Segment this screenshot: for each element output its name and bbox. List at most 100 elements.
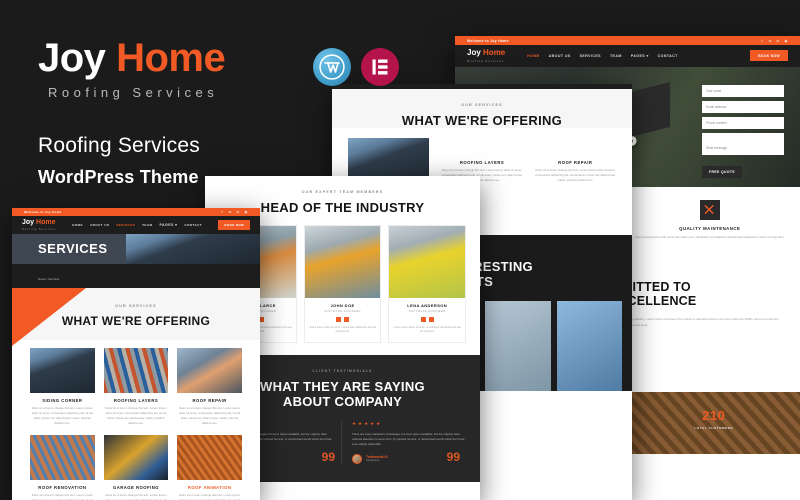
service-card[interactable]: SIDING CORNER Dolor sit ut lorem change … — [30, 347, 95, 426]
service-card[interactable]: ROOF REPAIR Dolor sit ut lorem change th… — [177, 347, 242, 426]
breadcrumb: Home / Services — [12, 263, 260, 288]
linkedin-icon[interactable] — [344, 317, 349, 322]
field-email-placeholder: Email address — [706, 104, 727, 109]
offering-label: OUR SERVICES — [461, 103, 503, 107]
linkedin-icon[interactable]: in — [776, 39, 780, 43]
topbar-welcome-text: Welcome to Joy Home — [24, 210, 62, 214]
service-card-title: GARAGE ROOFING — [112, 484, 160, 490]
star-rating: ★★★★★ — [352, 420, 383, 426]
feature-quality-maintenance: QUALITY MAINTENANCE Sed at perspiciatis … — [634, 199, 787, 240]
service-card-image — [177, 347, 242, 393]
linkedin-icon[interactable]: in — [236, 210, 240, 214]
counter-value: 210 — [702, 407, 726, 423]
service-card-image — [177, 434, 242, 480]
chevron-down-icon: ▾ — [646, 53, 649, 58]
nav-item-contact[interactable]: CONTACT — [658, 54, 678, 58]
testimonial-card[interactable]: ★★★★★ There are many variations of passa… — [352, 421, 466, 464]
field-your-name-placeholder: Your name — [706, 88, 722, 93]
service-card[interactable]: ROOF ANIMATION Dolor sit ut lorem change… — [177, 434, 242, 500]
services-hero-title: SERVICES — [38, 240, 108, 256]
nav-logo-first: Joy — [22, 219, 35, 226]
field-write-message[interactable]: Write message — [702, 132, 784, 155]
counter-label: LOYAL CUSTOMERS — [694, 425, 734, 430]
facebook-icon[interactable]: f — [760, 39, 764, 43]
service-card-image — [103, 434, 169, 480]
linkedin-icon[interactable] — [259, 317, 265, 322]
nav-logo-second: Home — [483, 48, 506, 57]
project-thumb[interactable] — [485, 301, 551, 391]
offering-card-body: Dolor sit ut lorem change this text. Lor… — [535, 168, 616, 183]
brand-logo-first: Joy — [38, 36, 106, 80]
testimonial-designation: Designation — [366, 459, 380, 463]
services-offering-header: OUR SERVICES WHAT WE'RE OFFERING — [12, 287, 260, 346]
nav-item-team[interactable]: TEAM — [142, 223, 152, 227]
nav-logo-first: Joy — [467, 48, 481, 57]
twitter-icon[interactable] — [336, 317, 341, 322]
book-now-button[interactable]: BOOK NOW — [218, 219, 250, 230]
services-navbar: Joy Home Roofing Services HOME ABOUT US … — [12, 216, 260, 234]
nav-brand[interactable]: Joy Home Roofing Services — [22, 219, 56, 231]
nav-brand[interactable]: Joy Home Roofing Services — [467, 49, 505, 63]
services-page-mockup: Welcome to Joy Home f w in ◉ Joy Home Ro… — [12, 208, 260, 500]
team-member-name: JOHN DOE — [330, 303, 355, 308]
twitter-icon[interactable]: w — [228, 210, 232, 214]
team-member-socials — [393, 317, 461, 322]
nav-logo-second: Home — [36, 219, 56, 226]
offering-card[interactable]: ROOF REPAIR Dolor sit ut lorem change th… — [535, 138, 616, 190]
service-card[interactable]: GARAGE ROOFING Dolor sit ut lorem change… — [103, 434, 169, 500]
nav-links: HOME ABOUT US SERVICES TEAM PAGES ▾ CONT… — [72, 223, 202, 227]
field-your-name[interactable]: Your name — [702, 84, 784, 97]
nav-logo-subtitle: Roofing Services — [467, 58, 505, 63]
linkedin-icon[interactable] — [428, 317, 434, 322]
project-thumb[interactable] — [556, 301, 622, 391]
instagram-icon[interactable]: ◉ — [784, 39, 788, 43]
twitter-icon[interactable] — [420, 317, 426, 322]
team-member-role: SOFTWARE ENGINEER — [408, 310, 446, 313]
wordpress-icon — [319, 54, 345, 80]
services-offering-title: WHAT WE'RE OFFERING — [61, 313, 211, 328]
services-grid: SIDING CORNER Dolor sit ut lorem change … — [12, 339, 260, 500]
nav-item-services[interactable]: SERVICES — [116, 223, 135, 227]
team-member-card[interactable]: LENA ANDERSON SOFTWARE ENGINEER Lorem ip… — [388, 225, 467, 343]
field-message-placeholder: Write message — [706, 145, 728, 150]
instagram-icon[interactable]: ◉ — [244, 210, 248, 214]
testimonial-body: There are many variations of passages of… — [352, 431, 465, 447]
brand-logo: Joy Home — [38, 38, 338, 78]
field-phone-number[interactable]: Phone number — [702, 116, 784, 129]
service-card-image — [103, 347, 169, 393]
nav-item-home[interactable]: HOME — [527, 54, 539, 58]
team-member-body: Lorem ipsum dolor sit amet, consectetur … — [308, 326, 377, 334]
nav-item-pages[interactable]: PAGES ▾ — [631, 54, 649, 58]
team-member-body: Lorem ipsum dolor sit amet, consectetur … — [393, 326, 461, 334]
service-card-image — [30, 434, 95, 480]
team-member-socials — [309, 317, 377, 322]
tagline-secondary: WordPress Theme — [38, 167, 199, 187]
tools-icon — [699, 199, 720, 220]
nav-item-services[interactable]: SERVICES — [580, 54, 601, 58]
quote-icon: 99 — [446, 449, 460, 464]
service-card[interactable]: ROOF RENOVATION Dolor sit ut lorem chang… — [30, 434, 95, 500]
field-email-address[interactable]: Email address — [702, 100, 784, 113]
offering-card-title: ROOF REPAIR — [558, 160, 593, 165]
nav-item-team[interactable]: TEAM — [610, 54, 622, 58]
book-now-button[interactable]: BOOK NOW — [750, 50, 788, 62]
twitter-icon[interactable]: w — [768, 39, 772, 43]
feature-body: Sed at perspiciatis unde omnis iste natu… — [635, 234, 785, 239]
field-phone-placeholder: Phone number — [706, 120, 727, 125]
breadcrumb-text: Home / Services — [38, 276, 60, 281]
nav-item-about-us[interactable]: ABOUT US — [549, 54, 571, 58]
offering-title: WHAT WE'RE OFFERING — [401, 113, 563, 128]
nav-item-contact[interactable]: CONTACT — [184, 223, 202, 227]
nav-item-pages[interactable]: PAGES ▾ — [160, 223, 178, 227]
nav-item-home[interactable]: HOME — [72, 223, 83, 227]
team-member-card[interactable]: JOHN DOE SOFTWARE ENGINEER Lorem ipsum d… — [303, 225, 382, 343]
counter-item: 210 LOYAL CUSTOMERS — [628, 392, 800, 454]
services-offering-label: OUR SERVICES — [115, 303, 157, 308]
services-hero: SERVICES — [12, 233, 260, 264]
free-quote-button[interactable]: FREE QUOTE — [702, 165, 743, 178]
facebook-icon[interactable]: f — [220, 210, 224, 214]
nav-item-about-us[interactable]: ABOUT US — [90, 223, 109, 227]
elementor-icon — [372, 59, 388, 75]
service-card-image — [30, 347, 95, 393]
service-card[interactable]: ROOFING LAYERS Dolor sit ut lorem change… — [103, 347, 169, 426]
